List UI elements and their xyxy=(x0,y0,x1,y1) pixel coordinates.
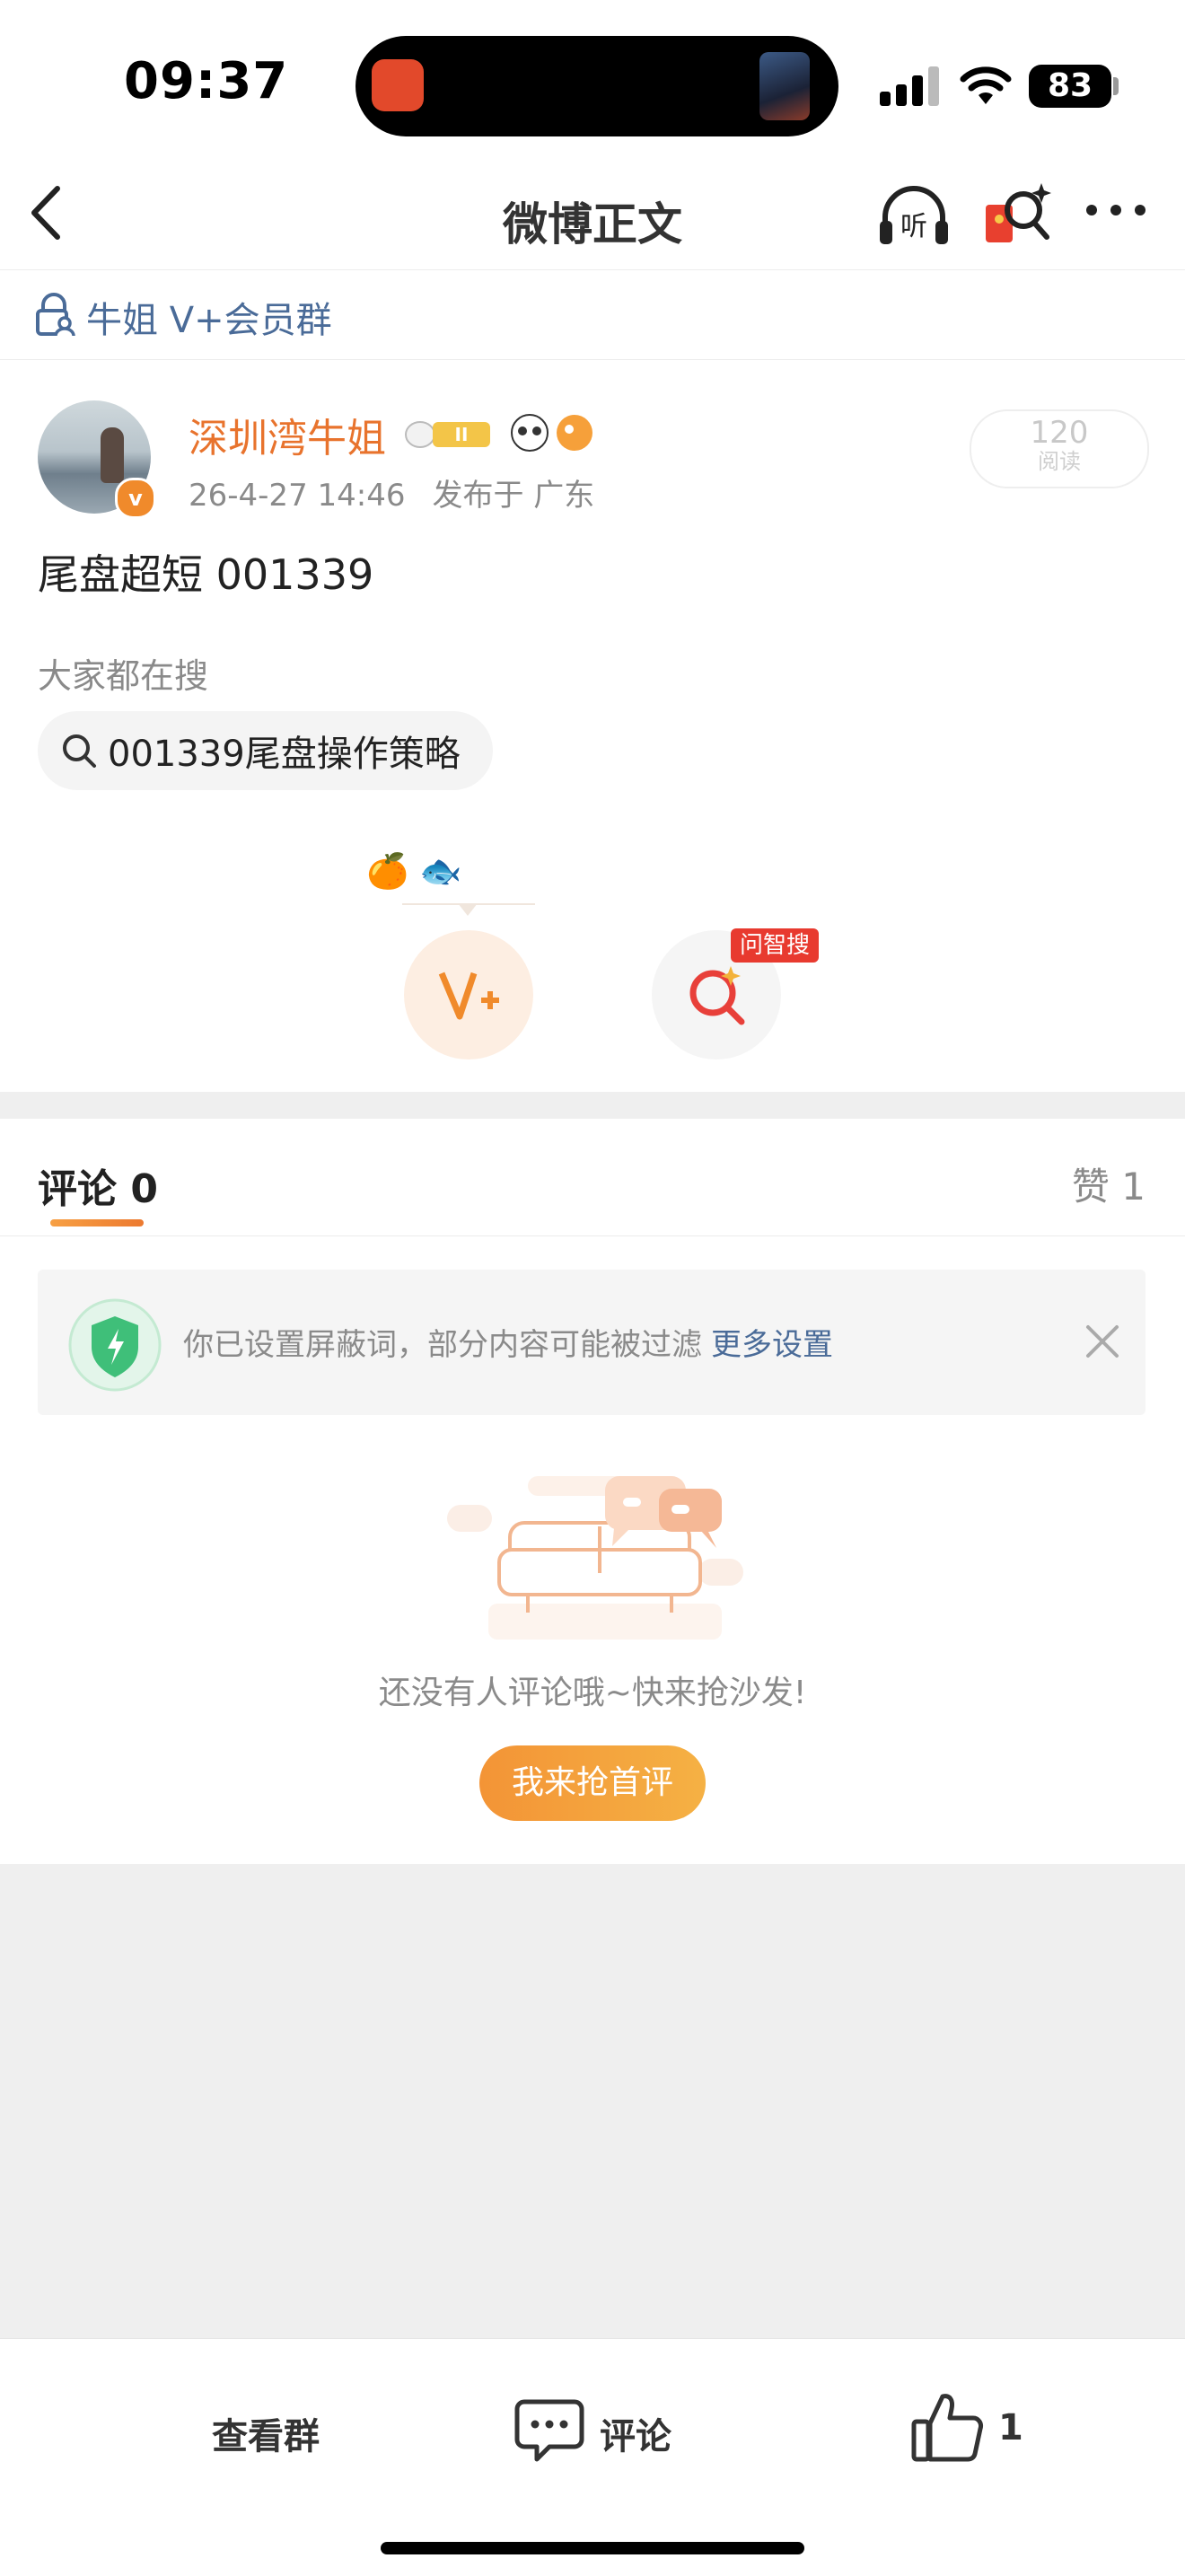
filter-notice-message: 你已设置屏蔽词，部分内容可能被过滤 xyxy=(183,1327,702,1363)
user-badges-icon: II xyxy=(405,414,592,452)
filter-notice: 你已设置屏蔽词，部分内容可能被过滤 更多设置 xyxy=(38,1270,1146,1415)
red-packet-search-icon[interactable] xyxy=(982,180,1054,251)
post-meta: 26-4-27 14:46 发布于 广东 xyxy=(189,470,621,514)
like-thumb-icon[interactable] xyxy=(910,2389,986,2465)
home-indicator xyxy=(381,2542,804,2554)
first-comment-button[interactable]: 我来抢首评 xyxy=(479,1745,706,1821)
svg-text:II: II xyxy=(455,424,469,445)
ai-search-icon xyxy=(689,966,745,1025)
like-count[interactable]: 1 xyxy=(998,2407,1023,2449)
bottom-action-bar: 查看群 评论 1 xyxy=(0,2338,1185,2576)
view-group-button[interactable]: 查看群 xyxy=(212,2407,320,2459)
post-location: 发布于 广东 xyxy=(432,478,595,514)
bubble-pointer xyxy=(458,903,478,916)
tab-likes[interactable]: 赞 1 xyxy=(1072,1156,1146,1211)
status-time: 09:37 xyxy=(124,52,289,110)
author-name[interactable]: 深圳湾牛姐 xyxy=(189,406,386,463)
vplus-icon xyxy=(438,971,499,1020)
trending-search-header: 大家都在搜 xyxy=(38,656,209,696)
app-activity-icon xyxy=(372,59,424,111)
lock-user-icon xyxy=(36,293,75,337)
tab-comments[interactable]: 评论 0 xyxy=(38,1156,158,1214)
more-options-icon[interactable] xyxy=(1084,183,1147,237)
ask-search-badge: 问智搜 xyxy=(731,928,820,963)
listen-headphones-icon[interactable]: 听 xyxy=(876,181,952,250)
search-icon xyxy=(63,734,96,768)
post-text: 尾盘超短 001339 xyxy=(38,550,374,599)
close-icon[interactable] xyxy=(1083,1322,1122,1361)
empty-comments-text: 还没有人评论哦~快来抢沙发! xyxy=(378,1675,807,1711)
more-settings-link[interactable]: 更多设置 xyxy=(711,1327,833,1363)
emoji-bubble: 🍊 🐟 xyxy=(366,851,462,891)
empty-sofa-illustration xyxy=(447,1476,743,1640)
member-group-bar[interactable]: 牛姐 V+会员群 xyxy=(0,271,1185,360)
battery-indicator: 83 xyxy=(1029,65,1111,108)
post-date: 26-4-27 14:46 xyxy=(189,478,406,514)
now-playing-artwork xyxy=(759,52,810,120)
comments-tab-bar: 评论 0 赞 1 xyxy=(0,1119,1185,1236)
avatar-figure xyxy=(101,427,124,483)
reads-count: 120 xyxy=(1030,415,1089,451)
verified-badge-icon: v xyxy=(115,478,156,519)
nav-bar: 微博正文 听 xyxy=(0,163,1185,270)
cellular-signal-icon xyxy=(880,66,939,106)
trending-search-chip[interactable]: 001339尾盘操作策略 xyxy=(38,711,493,790)
comment-icon[interactable] xyxy=(514,2393,585,2465)
member-group-label: 牛姐 V+会员群 xyxy=(86,300,332,341)
reads-label: 阅读 xyxy=(1038,449,1081,474)
active-tab-indicator xyxy=(50,1219,144,1226)
comment-button[interactable]: 评论 xyxy=(600,2407,672,2459)
battery-tip xyxy=(1113,77,1119,95)
filter-notice-text: 你已设置屏蔽词，部分内容可能被过滤 更多设置 xyxy=(183,1320,833,1364)
section-divider xyxy=(0,1092,1185,1119)
reads-count-pill: 120 阅读 xyxy=(970,409,1149,488)
wifi-icon xyxy=(960,66,1012,104)
shield-icon xyxy=(68,1298,162,1392)
trending-search-text: 001339尾盘操作策略 xyxy=(108,734,461,775)
svg-text:听: 听 xyxy=(900,211,927,242)
empty-background xyxy=(0,1864,1185,2338)
